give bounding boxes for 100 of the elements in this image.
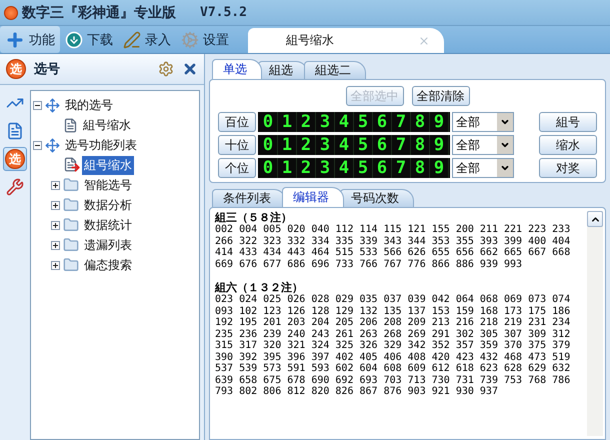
- tree-item[interactable]: 数据统计: [82, 216, 134, 234]
- digit-toggle[interactable]: 5: [354, 112, 373, 132]
- digit-toggle[interactable]: 9: [430, 112, 449, 132]
- window-title: 数字三『彩神通』专业版: [22, 4, 176, 22]
- expander[interactable]: [51, 180, 60, 190]
- scrollbar[interactable]: [587, 211, 603, 436]
- digit-toggle[interactable]: 1: [278, 158, 297, 178]
- digit-toggle[interactable]: 6: [373, 135, 392, 155]
- tree-item[interactable]: 我的选号: [63, 96, 115, 114]
- document-tab[interactable]: 組号缩水: [248, 28, 444, 53]
- digit-toggle[interactable]: 9: [430, 135, 449, 155]
- command-button[interactable]: 缩水: [539, 135, 597, 155]
- digit-toggle[interactable]: 0: [259, 158, 278, 178]
- digit-toggle[interactable]: 8: [411, 135, 430, 155]
- toolbar-button[interactable]: 设置: [176, 26, 234, 53]
- digit-toggle[interactable]: 7: [392, 158, 411, 178]
- tree-item[interactable]: 組号缩水: [82, 156, 134, 174]
- wrench-icon: [6, 178, 24, 196]
- expander[interactable]: [51, 260, 60, 270]
- filter-dropdown[interactable]: 全部: [452, 112, 514, 132]
- download-icon: [65, 30, 83, 48]
- tab[interactable]: 单选: [212, 59, 262, 79]
- digit-toggle[interactable]: 6: [373, 158, 392, 178]
- tree-item[interactable]: 智能选号: [82, 176, 134, 194]
- number-line: 023 024 025 026 028 029 035 037 039 042 064 068 069 073 074: [215, 294, 572, 306]
- digit-toggle[interactable]: 1: [278, 112, 297, 132]
- tree-item[interactable]: 数据分析: [82, 196, 134, 214]
- expander[interactable]: [33, 100, 42, 110]
- caret-icon: [500, 163, 510, 173]
- panel-title: 选号: [34, 61, 61, 78]
- number-line: 093 102 123 126 128 129 132 135 137 153 159 168 173 175 186: [215, 306, 572, 317]
- folder-icon: [63, 257, 79, 273]
- number-line: 414 433 434 443 464 515 533 566 626 655 656 662 665 667 668: [215, 247, 572, 258]
- editor-area[interactable]: [209, 207, 606, 440]
- expander[interactable]: [51, 220, 60, 230]
- digit-toggle[interactable]: 7: [392, 135, 411, 155]
- digit-toggle[interactable]: 3: [316, 112, 335, 132]
- number-line: 537 539 573 591 593 602 604 608 609 612 618 623 628 629 632: [215, 363, 572, 374]
- position-button[interactable]: 十位: [218, 135, 256, 155]
- digit-toggle[interactable]: 4: [335, 158, 354, 178]
- pen-icon: [123, 30, 141, 48]
- document-icon: [6, 122, 24, 140]
- tree-item[interactable]: 遗漏列表: [82, 236, 134, 254]
- folder-icon: [63, 237, 79, 253]
- number-line: 639 658 675 678 690 692 693 703 713 730 731 739 753 768 786: [215, 374, 572, 386]
- close-icon[interactable]: [182, 61, 198, 77]
- caret-icon: [500, 117, 510, 127]
- digit-toggle[interactable]: 2: [297, 135, 316, 155]
- version-label: V7.5.2: [200, 5, 247, 20]
- digit-toggle[interactable]: 8: [411, 112, 430, 132]
- toolbar-button[interactable]: 功能: [0, 26, 60, 53]
- digit-toggle[interactable]: 2: [297, 158, 316, 178]
- number-line: 002 004 005 020 040 112 114 115 121 155 200 211 221 223 233: [215, 224, 572, 236]
- command-button[interactable]: 組号: [539, 112, 597, 132]
- filter-dropdown[interactable]: 全部: [452, 158, 514, 178]
- folder-icon: [63, 217, 79, 233]
- node-icon: [45, 98, 60, 112]
- command-button[interactable]: 对奖: [539, 158, 597, 178]
- folder-icon: [63, 177, 79, 193]
- document-arrow-icon: [63, 157, 79, 173]
- folder-icon: [63, 197, 79, 213]
- expander[interactable]: [51, 240, 60, 250]
- position-button[interactable]: 百位: [218, 112, 256, 132]
- tab[interactable]: 組选二: [304, 61, 366, 79]
- plus-icon: [5, 30, 25, 50]
- tab[interactable]: 号码次数: [340, 189, 414, 207]
- digit-toggle[interactable]: 7: [392, 112, 411, 132]
- tree-item[interactable]: 选号功能列表: [63, 136, 139, 154]
- group-heading: 組六（１３２注）: [215, 281, 304, 294]
- number-line: 793 802 806 812 820 826 867 876 903 921 930 937: [215, 386, 499, 398]
- tree-item[interactable]: 組号缩水: [81, 116, 133, 134]
- digit-toggle[interactable]: 6: [373, 112, 392, 132]
- number-line: 669 676 677 686 696 733 766 767 776 866 886 939 993: [215, 258, 524, 270]
- toolbar-button[interactable]: 下载: [60, 26, 118, 53]
- caret-icon: [500, 140, 510, 150]
- expander[interactable]: [51, 200, 60, 210]
- digit-toggle[interactable]: 0: [259, 135, 278, 155]
- filter-dropdown[interactable]: 全部: [452, 135, 514, 155]
- digit-toggle[interactable]: 2: [297, 112, 316, 132]
- digit-toggle[interactable]: 1: [278, 135, 297, 155]
- document-icon: [63, 118, 78, 132]
- action-button[interactable]: 全部清除: [412, 86, 470, 106]
- gears-icon: [181, 30, 199, 48]
- digit-toggle[interactable]: 9: [430, 158, 449, 178]
- position-button[interactable]: 个位: [218, 158, 256, 178]
- digit-toggle[interactable]: 4: [335, 135, 354, 155]
- tree-item[interactable]: 偏态搜索: [82, 256, 134, 274]
- expander[interactable]: [33, 140, 42, 150]
- digit-toggle[interactable]: 3: [316, 158, 335, 178]
- group-heading: 組三（５８注）: [215, 211, 293, 224]
- settings-icon[interactable]: [158, 61, 174, 77]
- toolbar-button[interactable]: 录入: [118, 26, 176, 53]
- digit-toggle[interactable]: 5: [354, 158, 373, 178]
- app-icon: [4, 6, 18, 20]
- digit-toggle[interactable]: 0: [259, 112, 278, 132]
- digit-toggle[interactable]: 8: [411, 158, 430, 178]
- digit-toggle[interactable]: 4: [335, 112, 354, 132]
- digit-toggle[interactable]: 5: [354, 135, 373, 155]
- digit-toggle[interactable]: 3: [316, 135, 335, 155]
- tab[interactable]: 编辑器: [282, 187, 344, 207]
